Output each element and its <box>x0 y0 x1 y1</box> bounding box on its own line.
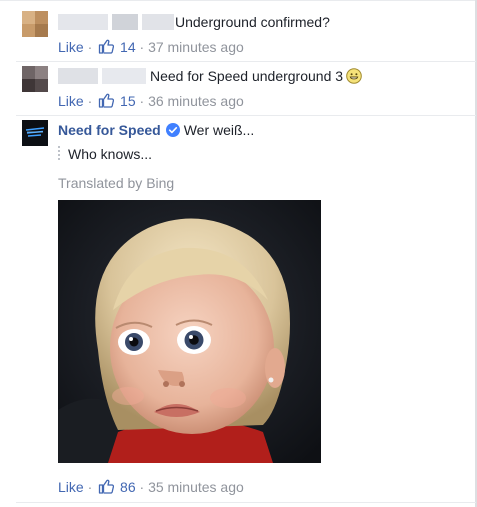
thumbs-up-icon[interactable] <box>98 92 115 108</box>
separator: · <box>87 479 93 495</box>
separator: · <box>87 39 93 55</box>
comment-actions: Like · 15 · 36 minutes ago <box>58 92 244 109</box>
comment-divider <box>16 502 476 503</box>
like-link[interactable]: Like <box>58 39 84 55</box>
separator: · <box>87 93 93 109</box>
reply-header: Need for Speed Wer weiß... <box>58 122 254 138</box>
comment-text: Underground confirmed? <box>175 14 330 30</box>
separator: · <box>139 93 145 109</box>
comment-text: Need for Speed underground 3 <box>150 68 362 84</box>
commenter-avatar[interactable] <box>22 66 48 92</box>
translated-text: Who knows... <box>68 146 153 162</box>
commenter-avatar[interactable] <box>22 11 48 37</box>
like-count[interactable]: 14 <box>120 39 136 55</box>
separator: · <box>139 479 145 495</box>
translation-attribution[interactable]: Translated by Bing <box>58 175 174 191</box>
timestamp[interactable]: 37 minutes ago <box>148 39 244 55</box>
thumbs-up-icon[interactable] <box>98 478 115 494</box>
like-link[interactable]: Like <box>58 93 84 109</box>
page-name-link[interactable]: Need for Speed <box>58 122 161 138</box>
comment-body: Need for Speed underground 3 <box>150 68 344 84</box>
thumbs-up-icon[interactable] <box>98 38 115 54</box>
comment-divider <box>16 115 476 116</box>
verified-badge-icon <box>165 123 180 137</box>
commenter-name-obscured <box>58 68 146 84</box>
timestamp[interactable]: 36 minutes ago <box>148 93 244 109</box>
like-count[interactable]: 15 <box>120 93 136 109</box>
top-divider <box>0 0 477 1</box>
page-avatar[interactable] <box>22 120 48 146</box>
reply-actions: Like · 86 · 35 minutes ago <box>58 478 244 495</box>
comment-divider <box>16 61 476 62</box>
separator: · <box>139 39 145 55</box>
reply-text: Wer weiß... <box>183 122 255 138</box>
comment-actions: Like · 14 · 37 minutes ago <box>58 38 244 55</box>
timestamp[interactable]: 35 minutes ago <box>148 479 244 495</box>
grinning-face-icon <box>346 68 362 84</box>
translation-block: Who knows... <box>58 144 258 164</box>
like-count[interactable]: 86 <box>120 479 136 495</box>
translation-indicator <box>58 146 60 162</box>
commenter-name-obscured <box>58 14 174 30</box>
like-link[interactable]: Like <box>58 479 84 495</box>
reply-photo[interactable] <box>58 200 321 463</box>
